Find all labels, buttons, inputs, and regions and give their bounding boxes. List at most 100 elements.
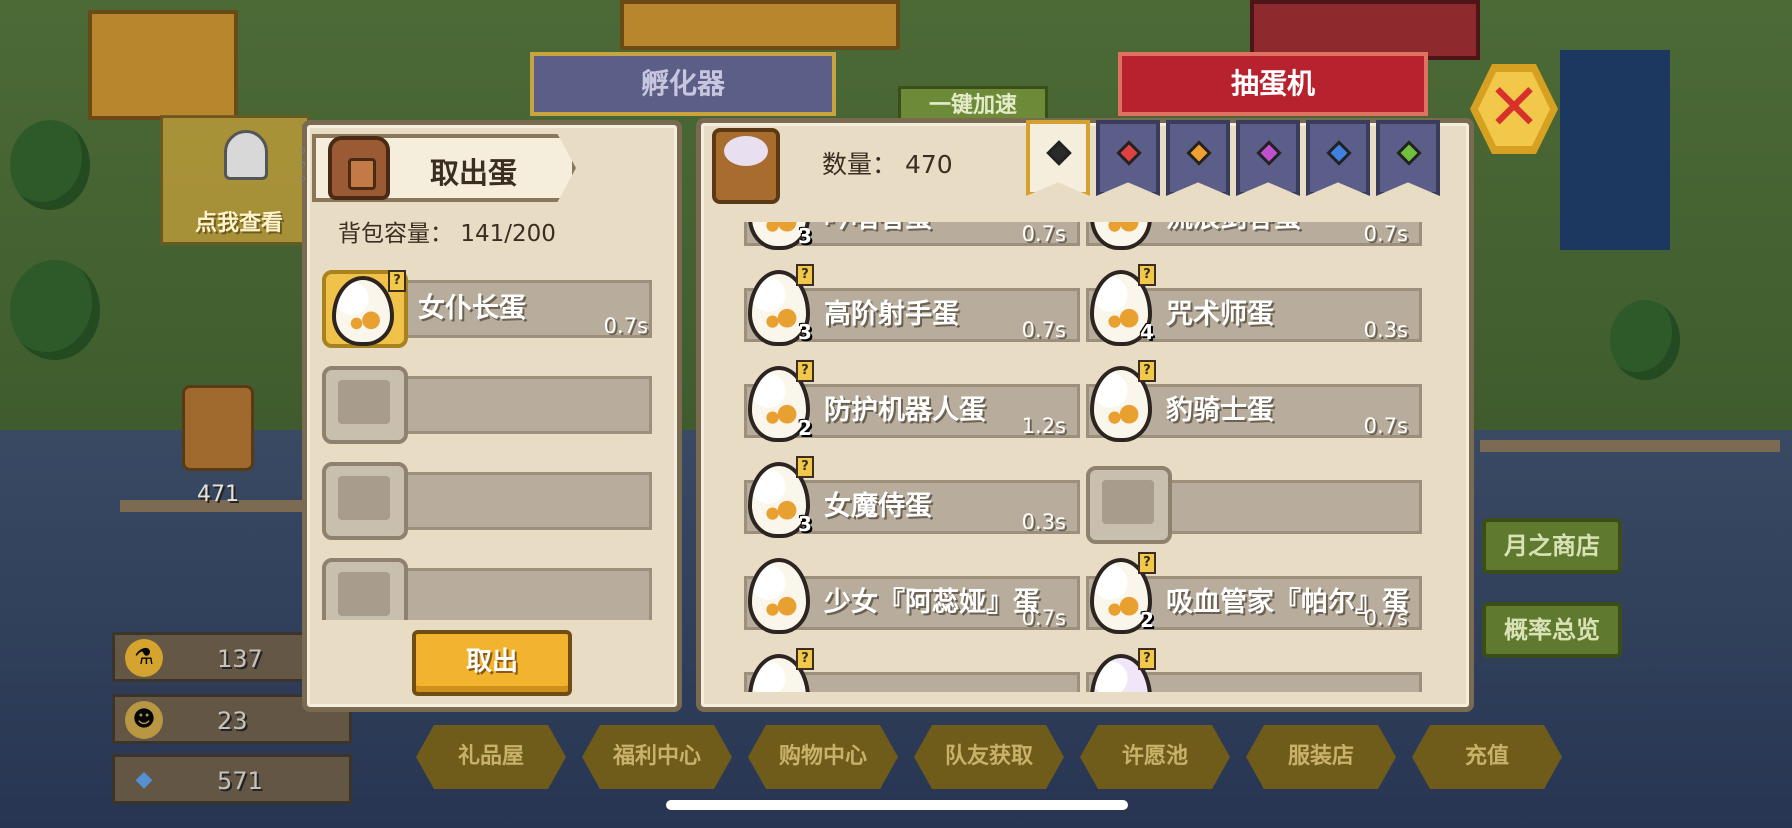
egg-card[interactable]: 流浪剑客蛋 0.7s: [1082, 222, 1422, 250]
house-roof: [620, 0, 900, 50]
currency-value: 23: [217, 707, 248, 735]
egg-card[interactable]: ?: [740, 648, 1080, 692]
take-out-button[interactable]: 取出: [412, 630, 572, 696]
egg-card[interactable]: 少女『阿蕊娅』蛋 0.7s: [740, 558, 1080, 634]
egg-time: 1.2s: [1021, 414, 1066, 438]
slot-bar: [402, 568, 652, 620]
egg-list[interactable]: 3 吟唱者蛋 0.7s 流浪剑客蛋 0.7s ? 3 高阶射手蛋 0.7s ? …: [740, 222, 1430, 692]
green-gem-icon: [1396, 140, 1422, 166]
egg-time: 0.7s: [1363, 414, 1408, 438]
home-indicator[interactable]: [666, 800, 1128, 810]
slot-egg-time: 0.7s: [603, 314, 648, 338]
basket-count: 471: [197, 482, 239, 507]
backpack-slot[interactable]: [322, 558, 662, 620]
shop-tab-shopping-center[interactable]: 购物中心: [748, 725, 898, 789]
egg-card[interactable]: ? 豹骑士蛋 0.7s: [1082, 360, 1422, 442]
tree: [10, 260, 100, 360]
black-gem-icon: [1046, 140, 1072, 166]
character-token-icon: ☻: [125, 701, 163, 739]
empty-slot-frame: [322, 366, 408, 444]
empty-slot-frame: [322, 462, 408, 540]
orange-gem-icon: [1186, 140, 1212, 166]
currency-value: 137: [217, 645, 263, 673]
tree: [10, 120, 90, 210]
slot-egg-frame: ?: [322, 270, 408, 348]
red-building: [1250, 0, 1480, 60]
potion-icon: ⚗: [125, 639, 163, 677]
blue-gem-icon: [1326, 140, 1352, 166]
backpack-slot[interactable]: [322, 462, 662, 540]
fence: [1480, 440, 1780, 452]
egg-basket-icon[interactable]: [182, 385, 254, 471]
egg-card[interactable]: ? 2 吸血管家『帕尔』蛋 0.7s: [1082, 552, 1422, 634]
shop-tab-gift-house[interactable]: 礼品屋: [416, 725, 566, 789]
currency-value: 571: [217, 767, 263, 795]
question-badge-icon: ?: [1138, 264, 1156, 286]
red-gem-icon: [1116, 140, 1142, 166]
egg-card[interactable]: ? 3 女魔侍蛋 0.3s: [740, 456, 1080, 538]
water-pool: [1560, 50, 1670, 250]
egg-count: 2: [1140, 608, 1154, 632]
question-badge-icon: ?: [796, 648, 814, 670]
egg-card[interactable]: ?: [1082, 648, 1422, 692]
shop-tab-wishing-well[interactable]: 许愿池: [1080, 725, 1230, 789]
notebook-spiral: ◦ ◦ ◦: [296, 139, 308, 191]
egg-card-empty[interactable]: [1082, 466, 1422, 544]
egg-time: 0.7s: [1021, 606, 1066, 630]
egg-card[interactable]: ? 3 高阶射手蛋 0.7s: [740, 264, 1080, 346]
egg-icon: [332, 276, 394, 346]
currency-row[interactable]: ◆ 571: [112, 754, 352, 804]
house-roof: [88, 10, 238, 120]
egg-count: 3: [798, 320, 812, 344]
question-badge-icon: ?: [796, 264, 814, 286]
egg-time: 0.7s: [1021, 318, 1066, 342]
question-badge-icon: ?: [796, 456, 814, 478]
slot-bar: [402, 376, 652, 434]
backpack-icon: [328, 136, 390, 200]
question-badge-icon: ?: [1138, 360, 1156, 382]
capacity-label: 背包容量：: [338, 221, 453, 247]
capacity-value: 141/200: [460, 221, 556, 247]
egg-card[interactable]: ? 4 咒术师蛋 0.3s: [1082, 264, 1422, 346]
empty-slot-frame: [322, 558, 408, 620]
egg-card[interactable]: 3 吟唱者蛋 0.7s: [740, 222, 1080, 250]
shop-tab-teammate-recruit[interactable]: 队友获取: [914, 725, 1064, 789]
egg-count: 3: [798, 512, 812, 536]
egg-time: 0.3s: [1021, 510, 1066, 534]
slot-bar: [402, 472, 652, 530]
egg-time: 0.3s: [1363, 318, 1408, 342]
notice-label[interactable]: 点我查看: [195, 205, 283, 237]
backpack-slot[interactable]: ? 女仆长蛋 0.7s: [322, 270, 662, 348]
question-badge-icon: ?: [1138, 552, 1156, 574]
tree: [1610, 300, 1680, 380]
egg-time: 0.7s: [1363, 222, 1408, 246]
egg-count: 4: [1140, 320, 1154, 344]
slot-egg-name: 女仆长蛋: [418, 293, 526, 324]
egg-count: 2: [798, 416, 812, 440]
moon-shop-button[interactable]: 月之商店: [1482, 518, 1622, 574]
question-badge-icon: ?: [796, 360, 814, 382]
diamond-icon: ◆: [135, 767, 153, 792]
egg-quantity: 数量： 470: [822, 145, 953, 181]
shop-tab-clothing-store[interactable]: 服装店: [1246, 725, 1396, 789]
egg-card[interactable]: ? 2 防护机器人蛋 1.2s: [740, 360, 1080, 442]
question-badge-icon: ?: [1138, 648, 1156, 670]
backpack-capacity: 背包容量： 141/200: [338, 214, 556, 248]
bell-icon[interactable]: [224, 130, 268, 180]
panel-title: 取出蛋: [430, 156, 518, 190]
backpack-slot[interactable]: [322, 366, 662, 444]
egg-icon: [748, 558, 810, 634]
shop-tab-welfare-center[interactable]: 福利中心: [582, 725, 732, 789]
empty-slot-frame: [1086, 466, 1172, 544]
shop-tab-recharge[interactable]: 充值: [1412, 725, 1562, 789]
tab-egg-gacha[interactable]: 抽蛋机: [1118, 52, 1428, 116]
quantity-label: 数量：: [822, 150, 898, 179]
egg-basket-icon: [712, 128, 780, 204]
tab-hatcher[interactable]: 孵化器: [530, 52, 836, 116]
probability-overview-button[interactable]: 概率总览: [1482, 602, 1622, 658]
egg-time: 0.7s: [1363, 606, 1408, 630]
question-badge-icon: ?: [388, 270, 406, 292]
quantity-value: 470: [904, 150, 953, 179]
purple-gem-icon: [1256, 140, 1282, 166]
egg-count: 3: [798, 224, 812, 248]
